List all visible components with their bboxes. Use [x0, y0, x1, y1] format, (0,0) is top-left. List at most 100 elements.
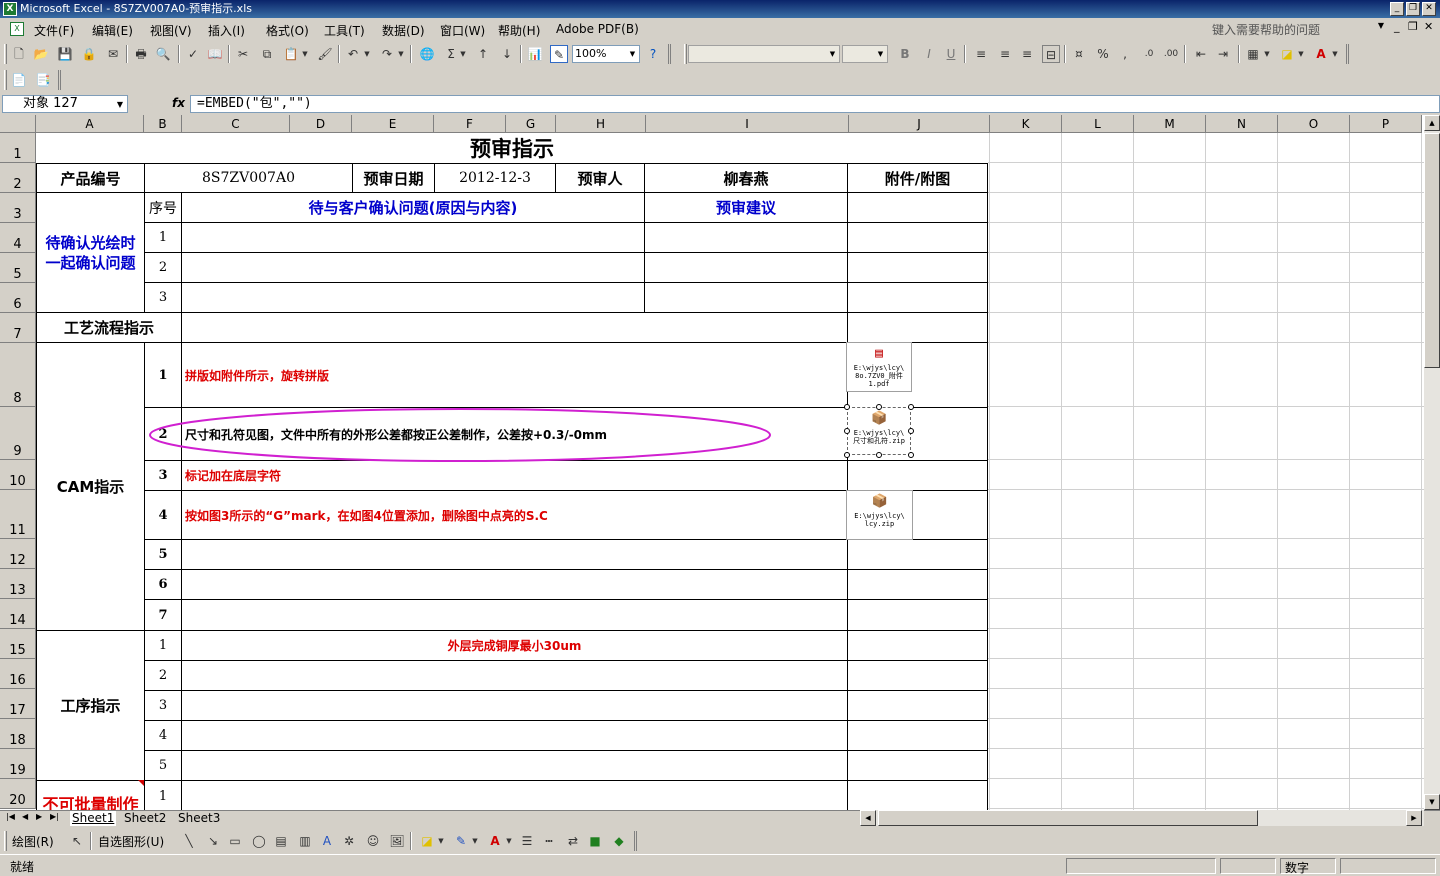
cam-instruction[interactable]: 按如图3所示的“G”mark，在如图4位置添加，删除图中点亮的S.C	[181, 490, 848, 540]
doc-minimize-button[interactable]: _	[1394, 20, 1400, 33]
arrow-style-icon[interactable]: ⇄	[564, 832, 582, 850]
cam-seq[interactable]: 6	[144, 569, 182, 600]
row-header[interactable]: 12	[0, 539, 36, 569]
column-header[interactable]: J	[849, 115, 990, 133]
convert-to-pdf-icon[interactable]: 📄	[10, 71, 28, 89]
dash-style-icon[interactable]: ┅	[540, 832, 558, 850]
rectangle-icon[interactable]: ▭	[226, 832, 244, 850]
toolbar-grip[interactable]	[4, 44, 7, 64]
column-header[interactable]: L	[1062, 115, 1134, 133]
prev-sheet-icon[interactable]: ◀	[22, 812, 28, 821]
scroll-right-icon[interactable]: ▶	[1406, 810, 1422, 826]
select-all-corner[interactable]	[0, 115, 36, 133]
row-header[interactable]: 15	[0, 629, 36, 659]
process-flow-label[interactable]: 工艺流程指示	[36, 312, 182, 343]
picture-icon[interactable]: 🖼	[388, 832, 406, 850]
row-header[interactable]: 8	[0, 343, 36, 407]
attachment-cell[interactable]	[847, 750, 988, 781]
font-name-dropdown-icon[interactable]: ▼	[827, 47, 838, 61]
resize-handle[interactable]	[844, 404, 850, 410]
cam-section-label[interactable]: CAM指示	[36, 342, 145, 631]
menu-edit[interactable]: 编辑(E)	[92, 22, 133, 39]
textbox-icon[interactable]: ▤	[272, 832, 290, 850]
undo-icon[interactable]: ↶	[344, 45, 362, 63]
font-size-dropdown-icon[interactable]: ▼	[875, 47, 886, 61]
process-seq[interactable]: 5	[144, 750, 182, 781]
arrow-icon[interactable]: ↘	[204, 832, 222, 850]
column-header[interactable]: B	[144, 115, 182, 133]
percent-icon[interactable]: %	[1094, 45, 1112, 63]
process-seq[interactable]: 1	[144, 630, 182, 661]
row-header[interactable]: 13	[0, 569, 36, 599]
column-header[interactable]: H	[556, 115, 646, 133]
cam-seq[interactable]: 2	[144, 407, 182, 461]
print-icon[interactable]: 🖶	[132, 45, 150, 63]
help-search-box[interactable]: 键入需要帮助的问题 ▼	[1210, 21, 1388, 38]
zoom-dropdown-icon[interactable]: ▼	[627, 47, 638, 61]
tab-sheet2[interactable]: Sheet2	[122, 811, 168, 826]
resize-handle[interactable]	[876, 452, 882, 458]
sheet-title[interactable]: 预审指示	[36, 133, 988, 163]
toolbar-grip[interactable]	[4, 831, 7, 851]
menu-window[interactable]: 窗口(W)	[440, 22, 485, 39]
bold-icon[interactable]: B	[896, 45, 914, 63]
attachment-cell[interactable]	[847, 599, 988, 631]
column-header[interactable]: N	[1206, 115, 1278, 133]
redo-dropdown-icon[interactable]: ▼	[396, 45, 406, 63]
borders-dropdown-icon[interactable]: ▼	[1262, 45, 1272, 63]
permission-icon[interactable]: 🔒	[80, 45, 98, 63]
confirm-question-cell[interactable]	[181, 222, 645, 253]
autosum-dropdown-icon[interactable]: ▼	[458, 45, 468, 63]
menu-file[interactable]: 文件(F)	[34, 22, 74, 39]
save-icon[interactable]: 💾	[56, 45, 74, 63]
confirm-question-cell[interactable]	[181, 252, 645, 283]
borders-icon[interactable]: ▦	[1244, 45, 1262, 63]
align-right-icon[interactable]: ≡	[1018, 45, 1036, 63]
toolbar-options-icon[interactable]	[1346, 44, 1349, 64]
horizontal-scroll-thumb[interactable]	[878, 810, 1258, 826]
cam-seq[interactable]: 3	[144, 460, 182, 491]
process-instruction[interactable]	[181, 720, 848, 751]
row-header[interactable]: 18	[0, 719, 36, 749]
pdf-email-icon[interactable]: 📑	[34, 71, 52, 89]
paste-icon[interactable]: 📋	[282, 45, 300, 63]
paste-dropdown-icon[interactable]: ▼	[300, 45, 310, 63]
row-header[interactable]: 19	[0, 749, 36, 779]
review-date-value[interactable]: 2012-12-3	[434, 163, 556, 193]
attachment-cell[interactable]	[847, 282, 988, 313]
column-header[interactable]: A	[36, 115, 144, 133]
drawing-toggle-icon[interactable]: ✎	[550, 45, 568, 63]
column-header[interactable]: D	[290, 115, 352, 133]
increase-decimal-icon[interactable]: .0	[1140, 45, 1158, 63]
suggestion-header[interactable]: 预审建议	[644, 192, 848, 223]
row-header[interactable]: 17	[0, 689, 36, 719]
reviewer-label[interactable]: 预审人	[555, 163, 645, 193]
column-header[interactable]: K	[990, 115, 1062, 133]
confirm-section-label[interactable]: 待确认光绘时一起确认问题	[36, 192, 145, 313]
cam-seq[interactable]: 7	[144, 599, 182, 631]
attachment-cell[interactable]	[847, 780, 988, 810]
column-header[interactable]: O	[1278, 115, 1350, 133]
draw-menu[interactable]: 绘图(R)	[12, 833, 54, 850]
row-header[interactable]: 4	[0, 223, 36, 253]
attachment-cell[interactable]	[847, 539, 988, 570]
confirm-suggestion-cell[interactable]	[644, 222, 848, 253]
menu-data[interactable]: 数据(D)	[382, 22, 425, 39]
cam-seq[interactable]: 5	[144, 539, 182, 570]
cam-instruction[interactable]: 尺寸和孔符见图，文件中所有的外形公差都按正公差制作，公差按+0.3/-0mm	[181, 407, 848, 461]
scroll-left-icon[interactable]: ◀	[860, 810, 876, 826]
cam-instruction[interactable]: 标记加在底层字符	[181, 460, 848, 491]
attachment-cell[interactable]	[847, 252, 988, 283]
product-no-value[interactable]: 8S7ZV007A0	[144, 163, 353, 193]
merge-center-icon[interactable]: ⊟	[1042, 45, 1060, 63]
cam-seq[interactable]: 1	[144, 342, 182, 408]
formula-input[interactable]: =EMBED("包","")	[190, 95, 1440, 113]
fill-color-dropdown-icon[interactable]: ▼	[1296, 45, 1306, 63]
attachment-label[interactable]: 附件/附图	[847, 163, 988, 193]
attachment-cell[interactable]	[847, 720, 988, 751]
3d-style-icon[interactable]: ◆	[610, 832, 628, 850]
decrease-decimal-icon[interactable]: .00	[1162, 45, 1180, 63]
font-size-select[interactable]: ▼	[842, 45, 888, 63]
reviewer-value[interactable]: 柳春燕	[644, 163, 848, 193]
confirm-suggestion-cell[interactable]	[644, 252, 848, 283]
